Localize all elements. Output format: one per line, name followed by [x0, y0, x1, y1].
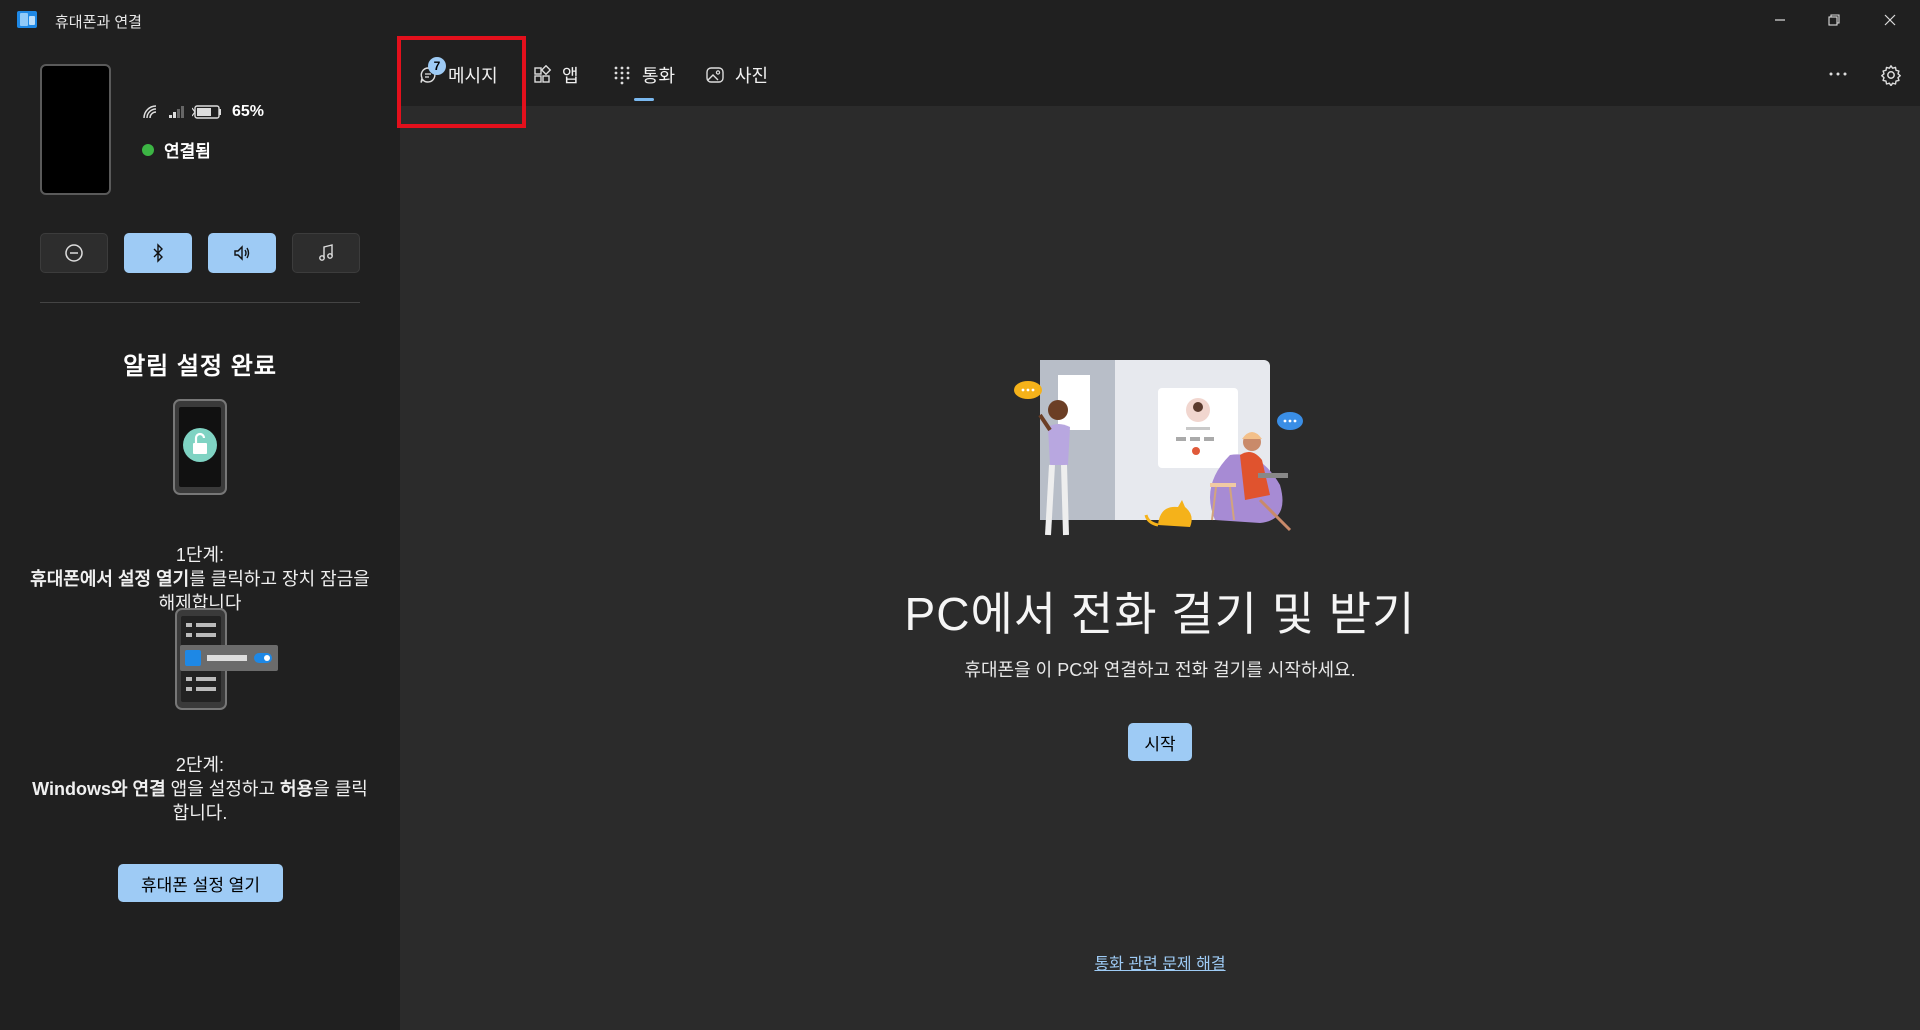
apps-icon: [534, 65, 552, 83]
connection-status: 연결됨: [142, 137, 211, 162]
battery-icon: [192, 105, 221, 119]
page-title: PC에서 전화 걸기 및 받기: [904, 588, 1416, 640]
phone-screen-preview[interactable]: [40, 64, 111, 195]
wifi-icon: [143, 105, 157, 119]
restore-icon: [1828, 14, 1840, 26]
step1-instructions: 1단계: 휴대폰에서 설정 열기를 클릭하고 장치 잠금을 해제합니다: [30, 545, 370, 613]
tab-calls[interactable]: 통화: [612, 60, 675, 90]
tab-apps-label: 앱: [562, 66, 579, 86]
step2-instructions: 2단계: Windows와 연결 앱을 설정하고 허용을 클릭합니다.: [32, 755, 368, 823]
window-title: 휴대폰과 연결: [55, 14, 142, 31]
audio-button[interactable]: [208, 233, 276, 273]
close-button[interactable]: [1862, 0, 1918, 40]
page-subtitle: 휴대폰을 이 PC와 연결하고 전화 걸기를 시작하세요.: [964, 660, 1356, 680]
tab-photos[interactable]: 사진: [705, 60, 768, 90]
close-icon: [1884, 14, 1896, 26]
windows-link-illustration: [175, 608, 278, 710]
minimize-icon: [1775, 19, 1785, 21]
device-status-row: 65%: [142, 103, 264, 121]
open-phone-settings-button[interactable]: 휴대폰 설정 열기: [118, 864, 283, 902]
calls-hero-illustration: [1014, 360, 1303, 536]
restore-button[interactable]: [1806, 0, 1862, 40]
do-not-disturb-button[interactable]: [40, 233, 108, 273]
phone-unlock-illustration: [173, 399, 227, 495]
speaker-icon: [234, 245, 250, 261]
connection-status-text: 연결됨: [164, 142, 211, 161]
bluetooth-button[interactable]: [124, 233, 192, 273]
tab-apps[interactable]: 앱: [532, 60, 579, 90]
minus-circle-icon: [65, 244, 83, 262]
more-options-icon[interactable]: [1826, 62, 1850, 86]
signal-icon: [169, 106, 184, 118]
highlight-annotation-box: [397, 36, 526, 128]
tab-calls-label: 통화: [642, 66, 676, 86]
minimize-button[interactable]: [1752, 0, 1808, 40]
notification-setup-title: 알림 설정 완료: [123, 353, 277, 380]
selected-tab-indicator: [634, 98, 654, 101]
photo-icon: [706, 67, 724, 83]
connected-dot-icon: [142, 143, 154, 156]
tab-photos-label: 사진: [735, 66, 769, 86]
phone-link-app-icon: [17, 11, 37, 28]
dialpad-icon: [614, 66, 630, 85]
music-note-icon: [319, 244, 333, 261]
bluetooth-icon: [153, 243, 163, 263]
start-button[interactable]: 시작: [1128, 723, 1192, 761]
sidebar-divider: [40, 302, 360, 303]
title-bar: 휴대폰과 연결: [0, 0, 1920, 40]
settings-gear-icon[interactable]: [1880, 64, 1902, 86]
troubleshoot-link-text[interactable]: 통화 관련 문제 해결: [1094, 956, 1225, 973]
troubleshoot-calls-link: 통화 관련 문제 해결: [760, 950, 1560, 974]
music-button[interactable]: [292, 233, 360, 273]
battery-level: 65%: [232, 103, 265, 120]
quick-actions: [40, 233, 360, 273]
